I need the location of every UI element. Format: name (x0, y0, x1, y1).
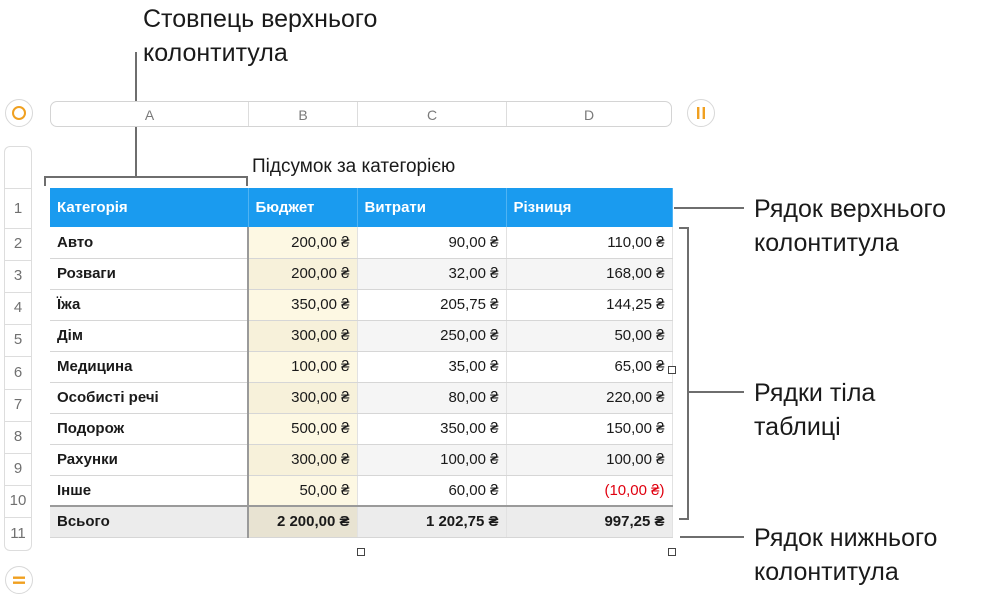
table-row[interactable]: Медицина 100,00 ₴ 35,00 ₴ 65,00 ₴ (50, 351, 673, 383)
cell-expenses[interactable]: 80,00 ₴ (357, 382, 507, 414)
header-cell-difference[interactable]: Різниця (506, 188, 673, 227)
summary-table[interactable]: Категорія Бюджет Витрати Різниця Авто 20… (50, 188, 673, 538)
table-row[interactable]: Дім 300,00 ₴ 250,00 ₴ 50,00 ₴ (50, 320, 673, 352)
callout-line-body-rows (689, 391, 744, 393)
footer-cell-difference[interactable]: 997,25 ₴ (506, 505, 673, 538)
cell-category[interactable]: Дім (50, 320, 249, 352)
cell-difference[interactable]: 150,00 ₴ (506, 413, 673, 445)
cell-budget[interactable]: 100,00 ₴ (248, 351, 358, 383)
table-title[interactable]: Підсумок за категорією (252, 156, 455, 178)
row-number-11[interactable]: 11 (4, 517, 32, 551)
cell-budget[interactable]: 300,00 ₴ (248, 320, 358, 352)
body-rows-bracket (679, 227, 689, 520)
row-number-8[interactable]: 8 (4, 421, 32, 453)
footer-cell-expenses[interactable]: 1 202,75 ₴ (357, 505, 507, 538)
resize-handle-bottom[interactable] (357, 548, 365, 556)
column-letter-c[interactable]: C (358, 102, 506, 126)
cell-difference[interactable]: 144,25 ₴ (506, 289, 673, 321)
cell-difference[interactable]: 220,00 ₴ (506, 382, 673, 414)
cell-difference-negative[interactable]: (10,00 ₴) (506, 475, 673, 507)
header-column-bracket (44, 176, 248, 186)
row-number-4[interactable]: 4 (4, 292, 32, 324)
row-number-5[interactable]: 5 (4, 324, 32, 356)
cell-category[interactable]: Медицина (50, 351, 249, 383)
footer-cell-category[interactable]: Всього (50, 505, 249, 538)
row-numbers-bar[interactable]: 1 2 3 4 5 6 7 8 9 10 11 (4, 146, 32, 551)
column-handle-button[interactable] (687, 99, 715, 127)
cell-budget[interactable]: 500,00 ₴ (248, 413, 358, 445)
cell-expenses[interactable]: 90,00 ₴ (357, 227, 507, 259)
pause-bars-icon (697, 107, 705, 119)
row-number-10[interactable]: 10 (4, 485, 32, 517)
cell-category[interactable]: Авто (50, 227, 249, 259)
cell-expenses[interactable]: 60,00 ₴ (357, 475, 507, 507)
cell-difference[interactable]: 168,00 ₴ (506, 258, 673, 290)
table-row[interactable]: Особисті речі 300,00 ₴ 80,00 ₴ 220,00 ₴ (50, 382, 673, 414)
cell-category[interactable]: Подорож (50, 413, 249, 445)
select-table-button[interactable] (5, 99, 33, 127)
footer-cell-budget[interactable]: 2 200,00 ₴ (248, 505, 358, 538)
callout-body-rows: Рядки тіла таблиці (754, 376, 914, 444)
header-cell-category[interactable]: Категорія (50, 188, 249, 227)
cell-category[interactable]: Особисті речі (50, 382, 249, 414)
footer-row[interactable]: Всього 2 200,00 ₴ 1 202,75 ₴ 997,25 ₴ (50, 505, 673, 538)
cell-budget[interactable]: 300,00 ₴ (248, 382, 358, 414)
table-row[interactable]: Подорож 500,00 ₴ 350,00 ₴ 150,00 ₴ (50, 413, 673, 445)
callout-body-rows-text: Рядки тіла таблиці (754, 379, 876, 441)
row-bar-top (4, 146, 32, 189)
column-letter-b[interactable]: B (249, 102, 357, 126)
header-cell-expenses[interactable]: Витрати (357, 188, 507, 227)
cell-expenses[interactable]: 250,00 ₴ (357, 320, 507, 352)
table-row[interactable]: Інше 50,00 ₴ 60,00 ₴ (10,00 ₴) (50, 475, 673, 507)
cell-expenses[interactable]: 32,00 ₴ (357, 258, 507, 290)
table-row[interactable]: Розваги 200,00 ₴ 32,00 ₴ 168,00 ₴ (50, 258, 673, 290)
resize-handle-corner[interactable] (668, 548, 676, 556)
cell-budget[interactable]: 350,00 ₴ (248, 289, 358, 321)
callout-line-footer-row (680, 536, 744, 538)
cell-category[interactable]: Рахунки (50, 444, 249, 476)
row-number-6[interactable]: 6 (4, 356, 32, 389)
callout-line-header-row (674, 207, 744, 209)
cell-category[interactable]: Розваги (50, 258, 249, 290)
callout-header-column-text: Стовпець верхнього колонтитула (143, 5, 378, 67)
callout-header-row-text: Рядок верхнього колонтитула (754, 195, 946, 257)
cell-difference[interactable]: 50,00 ₴ (506, 320, 673, 352)
cell-difference[interactable]: 65,00 ₴ (506, 351, 673, 383)
table-row[interactable]: Їжа 350,00 ₴ 205,75 ₴ 144,25 ₴ (50, 289, 673, 321)
column-letter-a[interactable]: A (51, 102, 248, 126)
callout-footer-row: Рядок нижнього колонтитула (754, 521, 989, 589)
header-cell-budget[interactable]: Бюджет (248, 188, 358, 227)
header-row[interactable]: Категорія Бюджет Витрати Різниця (50, 188, 673, 227)
row-number-7[interactable]: 7 (4, 389, 32, 421)
row-number-3[interactable]: 3 (4, 260, 32, 292)
circle-icon (12, 106, 26, 120)
cell-budget[interactable]: 50,00 ₴ (248, 475, 358, 507)
column-letter-d[interactable]: D (507, 102, 671, 126)
cell-expenses[interactable]: 35,00 ₴ (357, 351, 507, 383)
cell-category[interactable]: Інше (50, 475, 249, 507)
equals-icon (13, 576, 25, 584)
cell-difference[interactable]: 110,00 ₴ (506, 227, 673, 259)
column-letters-bar[interactable]: A B C D (50, 101, 672, 127)
cell-budget[interactable]: 200,00 ₴ (248, 227, 358, 259)
resize-handle-right[interactable] (668, 366, 676, 374)
row-number-9[interactable]: 9 (4, 453, 32, 485)
row-number-1[interactable]: 1 (4, 189, 32, 228)
callout-footer-row-text: Рядок нижнього колонтитула (754, 524, 938, 586)
row-number-2[interactable]: 2 (4, 228, 32, 260)
callout-header-column: Стовпець верхнього колонтитула (143, 2, 443, 70)
cell-budget[interactable]: 300,00 ₴ (248, 444, 358, 476)
cell-category[interactable]: Їжа (50, 289, 249, 321)
callout-header-row: Рядок верхнього колонтитула (754, 192, 989, 260)
table-row[interactable]: Авто 200,00 ₴ 90,00 ₴ 110,00 ₴ (50, 227, 673, 259)
table-row[interactable]: Рахунки 300,00 ₴ 100,00 ₴ 100,00 ₴ (50, 444, 673, 476)
cell-difference[interactable]: 100,00 ₴ (506, 444, 673, 476)
cell-expenses[interactable]: 205,75 ₴ (357, 289, 507, 321)
cell-budget[interactable]: 200,00 ₴ (248, 258, 358, 290)
row-handle-button[interactable] (5, 566, 33, 594)
cell-expenses[interactable]: 100,00 ₴ (357, 444, 507, 476)
cell-expenses[interactable]: 350,00 ₴ (357, 413, 507, 445)
